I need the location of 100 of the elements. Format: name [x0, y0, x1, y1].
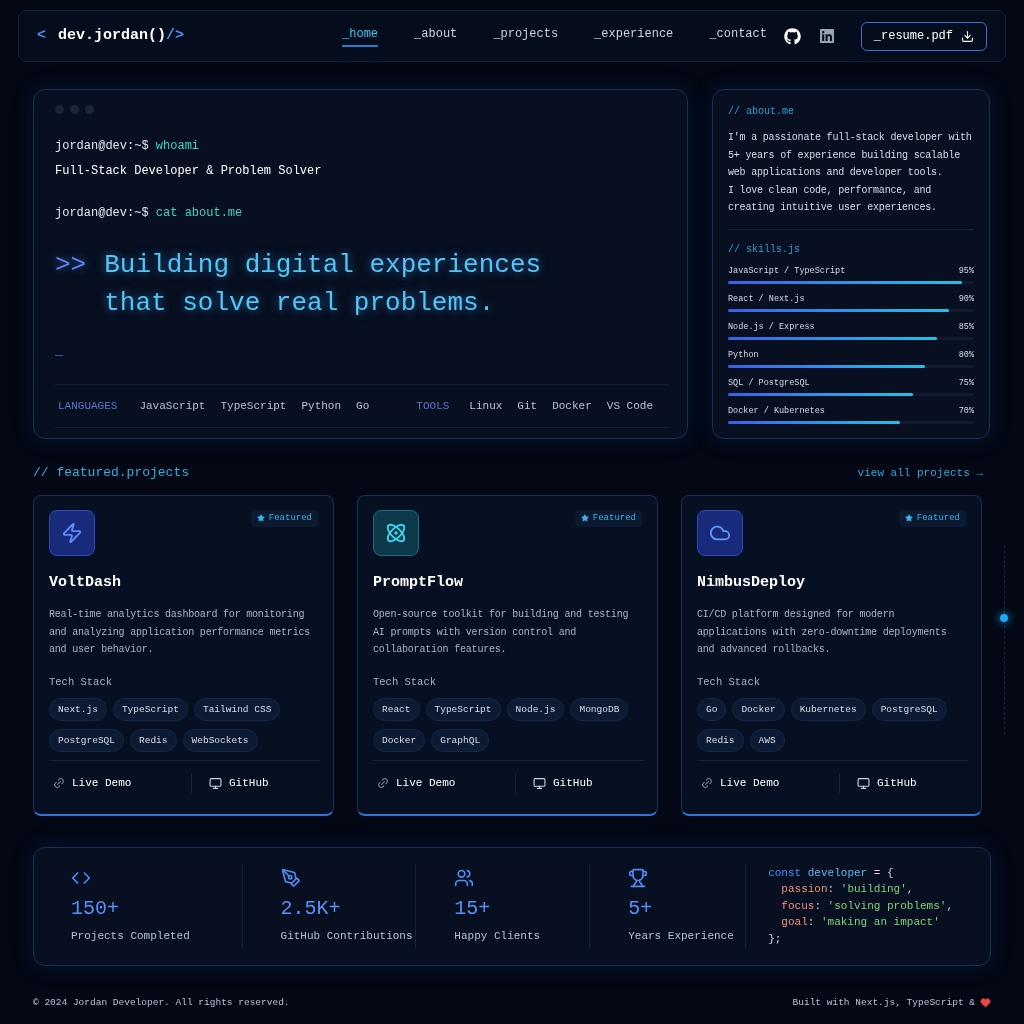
tech-tag: Node.js	[506, 698, 565, 722]
trophy-icon	[628, 867, 649, 888]
linkedin-icon[interactable]	[818, 28, 835, 44]
nav-link[interactable]: _projects	[493, 25, 559, 47]
skill-name: Python	[728, 348, 759, 361]
tech-tag: PostgreSQL	[871, 698, 947, 722]
live-demo-link[interactable]: Live Demo	[697, 774, 839, 792]
download-icon	[961, 29, 974, 43]
tool-item: Linux	[469, 398, 503, 414]
terminal-command: jordan@dev:~$ cat about.me	[55, 205, 243, 222]
live-demo-link[interactable]: Live Demo	[373, 774, 515, 792]
stat-label: Happy Clients	[454, 928, 541, 944]
language-item: TypeScript	[220, 398, 287, 414]
atom-icon	[385, 521, 407, 544]
language-item: Go	[356, 398, 370, 414]
github-link[interactable]: GitHub	[533, 774, 593, 792]
project-title: NimbusDeploy	[697, 572, 806, 593]
tech-tag: TypeScript	[425, 698, 501, 722]
tech-tag: Docker	[373, 729, 426, 753]
project-description: CI/CD platform designed for modern applications with zero-downtime deployments and advanced rollbacks.	[697, 608, 948, 657]
nav-link[interactable]: _about	[414, 25, 458, 47]
tech-tag: WebSockets	[182, 729, 258, 753]
view-all-link[interactable]: view all projects →	[857, 464, 983, 481]
featured-badge: Featured	[250, 509, 318, 527]
featured-badge: Featured	[898, 509, 966, 527]
tech-tag: Kubernetes	[790, 698, 866, 722]
section-heading: // featured.projects	[33, 464, 190, 482]
nav-link[interactable]: _contact	[709, 25, 767, 47]
tech-tag: Tailwind CSS	[193, 698, 281, 722]
monitor-icon	[209, 776, 222, 790]
tech-tag: AWS	[749, 729, 785, 753]
scroll-indicator[interactable]	[1001, 545, 1007, 735]
tech-stack-label: Tech Stack	[373, 674, 436, 690]
lightning-icon	[61, 521, 83, 544]
nav-link[interactable]: _home	[342, 25, 379, 47]
tech-tag: GraphQL	[431, 729, 490, 753]
tech-tag: TypeScript	[112, 698, 188, 722]
skill-name: Docker / Kubernetes	[728, 404, 825, 417]
skill-percent: 95%	[958, 264, 974, 277]
code-line: passion: 'building',	[780, 882, 914, 898]
tech-tag: PostgreSQL	[49, 729, 124, 753]
code-line: goal: 'making an impact'	[780, 915, 940, 931]
tools-label: TOOLS	[416, 398, 450, 414]
copyright-text: © 2024 Jordan Developer. All rights reserved.	[33, 995, 290, 1010]
tool-item: Docker	[552, 398, 592, 414]
tech-tag: Next.js	[49, 698, 107, 722]
skill-percent: 70%	[958, 404, 974, 417]
stat-value: 15+	[454, 895, 491, 922]
about-heading: // about.me	[728, 105, 794, 119]
heart-icon	[980, 997, 991, 1009]
skill-name: JavaScript / TypeScript	[728, 264, 846, 277]
stat-value: 150+	[71, 895, 119, 922]
tool-item: VS Code	[606, 398, 653, 414]
monitor-icon	[857, 776, 870, 790]
skill-percent: 90%	[958, 292, 974, 305]
users-icon	[454, 867, 475, 888]
github-link[interactable]: GitHub	[209, 774, 269, 792]
code-line: const developer = {	[768, 865, 894, 881]
tech-tag: MongoDB	[570, 698, 629, 722]
code-line: focus: 'solving problems',	[780, 898, 953, 914]
featured-badge: Featured	[574, 509, 642, 527]
nav-link[interactable]: _experience	[594, 25, 674, 47]
tech-tag: Redis	[697, 729, 744, 753]
skill-percent: 75%	[958, 376, 974, 389]
language-item: JavaScript	[139, 398, 206, 414]
terminal-output: Full-Stack Developer & Problem Solver	[55, 163, 322, 180]
skill-name: SQL / PostgreSQL	[728, 376, 810, 389]
skills-heading: // skills.js	[728, 242, 800, 257]
terminal-command: jordan@dev:~$ whoami	[55, 138, 200, 155]
about-text: I'm a passionate full-stack developer with 5+ years of experience building scalable web applications and developer tools. I love clean code, performance, and creating intuitive user experiences.	[728, 131, 973, 215]
stat-label: GitHub Contributions	[280, 928, 413, 944]
stat-value: 2.5K+	[280, 895, 341, 922]
cursor: _	[55, 341, 64, 360]
skill-percent: 85%	[958, 320, 974, 333]
github-icon[interactable]	[783, 27, 801, 45]
live-demo-link[interactable]: Live Demo	[49, 774, 191, 792]
tech-tag: Go	[697, 698, 727, 722]
built-with-text: Built with Next.js, TypeScript &	[792, 995, 975, 1010]
skill-name: Node.js / Express	[728, 320, 815, 333]
project-description: Real-time analytics dashboard for monitoring and analyzing application performance metrics and user behavior.	[49, 608, 312, 657]
code-line: };	[768, 931, 782, 947]
stat-label: Years Experience	[628, 928, 734, 944]
tech-tag: Redis	[130, 729, 177, 753]
tech-tag: Docker	[732, 698, 785, 722]
language-item: Python	[301, 398, 342, 414]
prompt-marker: >>	[55, 249, 87, 282]
tech-stack-label: Tech Stack	[697, 674, 760, 690]
tool-item: Git	[517, 398, 538, 414]
languages-label: LANGUAGES	[58, 398, 118, 414]
project-title: VoltDash	[49, 572, 121, 593]
project-description: Open-source toolkit for building and testing AI prompts with version control and collaboration features.	[373, 608, 630, 657]
monitor-icon	[533, 776, 546, 790]
stat-label: Projects Completed	[71, 928, 190, 944]
skill-name: React / Next.js	[728, 292, 805, 305]
project-title: PromptFlow	[373, 572, 463, 593]
resume-button[interactable]: _resume.pdf	[860, 21, 987, 51]
logo-link[interactable]: < dev.jordan()/>	[37, 24, 185, 48]
skill-percent: 80%	[958, 348, 974, 361]
github-link[interactable]: GitHub	[857, 774, 917, 792]
tech-stack-label: Tech Stack	[49, 674, 112, 690]
